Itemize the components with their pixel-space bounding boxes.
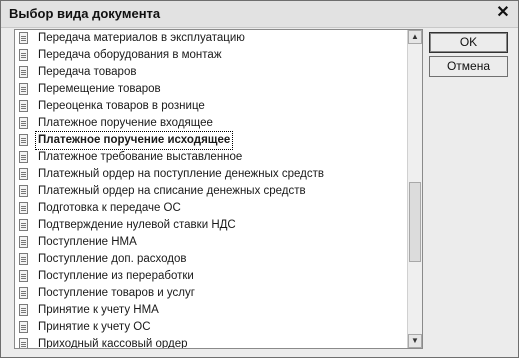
document-icon	[19, 304, 28, 316]
list-item[interactable]: Переоценка товаров в рознице	[15, 98, 407, 115]
list-item-label: Платежный ордер на поступление денежных …	[38, 168, 324, 180]
list-item[interactable]: Платежный ордер на поступление денежных …	[15, 166, 407, 183]
list-item-label: Поступление доп. расходов	[38, 253, 187, 265]
list-item-label: Принятие к учету НМА	[38, 304, 159, 316]
document-icon	[19, 202, 28, 214]
document-type-dialog: Выбор вида документа ✕ Передача материал…	[0, 0, 519, 358]
list-item-label: Поступление из переработки	[38, 270, 194, 282]
list-item[interactable]: Платежный ордер на списание денежных сре…	[15, 183, 407, 200]
document-type-list[interactable]: Передача материалов в эксплуатацию Переда…	[14, 29, 423, 349]
list-item-label: Перемещение товаров	[38, 83, 161, 95]
scroll-up-button[interactable]: ▲	[408, 30, 422, 44]
list-item[interactable]: Платежное поручение входящее	[15, 115, 407, 132]
scroll-thumb[interactable]	[409, 182, 421, 262]
document-icon	[19, 49, 28, 61]
list-item[interactable]: Поступление НМА	[15, 234, 407, 251]
list-item[interactable]: Передача оборудования в монтаж	[15, 47, 407, 64]
list-item-label: Платежный ордер на списание денежных сре…	[38, 185, 306, 197]
document-icon	[19, 219, 28, 231]
list-item[interactable]: Подготовка к передаче ОС	[15, 200, 407, 217]
list-item[interactable]: Поступление доп. расходов	[15, 251, 407, 268]
document-icon	[19, 338, 28, 348]
close-icon[interactable]: ✕	[494, 4, 512, 22]
list-item-label: Передача товаров	[38, 66, 137, 78]
document-icon	[19, 117, 28, 129]
ok-button[interactable]: OK	[429, 32, 508, 53]
list-item[interactable]: Подтверждение нулевой ставки НДС	[15, 217, 407, 234]
document-icon	[19, 270, 28, 282]
list-rows: Передача материалов в эксплуатацию Переда…	[15, 30, 407, 349]
document-icon	[19, 168, 28, 180]
document-icon	[19, 287, 28, 299]
list-item-label: Передача оборудования в монтаж	[38, 49, 222, 61]
list-item[interactable]: Поступление товаров и услуг	[15, 285, 407, 302]
document-icon	[19, 83, 28, 95]
list-item-label: Платежное требование выставленное	[38, 151, 243, 163]
list-item[interactable]: Передача материалов в эксплуатацию	[15, 30, 407, 47]
list-item[interactable]: Перемещение товаров	[15, 81, 407, 98]
cancel-button[interactable]: Отмена	[429, 56, 508, 77]
list-item-label: Поступление НМА	[38, 236, 137, 248]
title-bar[interactable]: Выбор вида документа ✕	[1, 1, 518, 28]
list-item[interactable]: Приходный кассовый ордер	[15, 336, 407, 349]
document-icon	[19, 100, 28, 112]
list-item[interactable]: Принятие к учету НМА	[15, 302, 407, 319]
list-item-label: Платежное поручение исходящее	[34, 131, 234, 150]
list-item-label: Переоценка товаров в рознице	[38, 100, 205, 112]
document-icon	[19, 253, 28, 265]
dialog-title: Выбор вида документа	[9, 6, 161, 21]
document-icon	[19, 134, 28, 146]
list-item[interactable]: Принятие к учету ОС	[15, 319, 407, 336]
list-item-label: Приходный кассовый ордер	[38, 338, 188, 349]
list-item-label: Платежное поручение входящее	[38, 117, 213, 129]
list-item-label: Принятие к учету ОС	[38, 321, 151, 333]
document-icon	[19, 321, 28, 333]
document-icon	[19, 185, 28, 197]
document-icon	[19, 66, 28, 78]
list-item[interactable]: Передача товаров	[15, 64, 407, 81]
list-item-label: Передача материалов в эксплуатацию	[38, 32, 245, 44]
list-item-label: Подготовка к передаче ОС	[38, 202, 181, 214]
document-icon	[19, 236, 28, 248]
list-item[interactable]: Поступление из переработки	[15, 268, 407, 285]
list-item[interactable]: Платежное поручение исходящее	[15, 131, 407, 150]
vertical-scrollbar[interactable]: ▲ ▼	[407, 30, 422, 348]
document-icon	[19, 32, 28, 44]
list-item-label: Поступление товаров и услуг	[38, 287, 195, 299]
list-item-label: Подтверждение нулевой ставки НДС	[38, 219, 236, 231]
list-item[interactable]: Платежное требование выставленное	[15, 149, 407, 166]
document-icon	[19, 151, 28, 163]
scroll-down-button[interactable]: ▼	[408, 334, 422, 348]
